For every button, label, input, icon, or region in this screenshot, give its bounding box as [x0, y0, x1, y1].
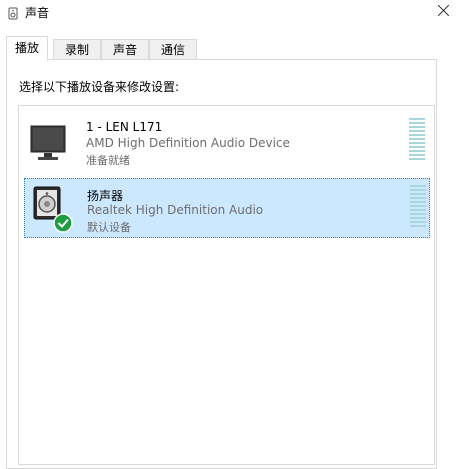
tab-sounds[interactable]: 声音 — [101, 39, 149, 60]
device-status: 默认设备 — [87, 221, 131, 234]
tab-playback[interactable]: 播放 — [6, 36, 48, 61]
device-description: Realtek High Definition Audio — [87, 203, 264, 217]
speaker-icon — [8, 7, 18, 20]
tab-communications[interactable]: 通信 — [149, 39, 197, 60]
volume-meter — [410, 185, 426, 231]
volume-meter — [409, 118, 425, 164]
device-name: 扬声器 — [87, 189, 124, 203]
window-title: 声音 — [25, 6, 50, 20]
title-bar: 声音 — [0, 0, 458, 28]
device-list: 1 - LEN L171 AMD High Definition Audio D… — [18, 105, 435, 465]
speaker-device-icon — [33, 186, 73, 233]
check-badge-icon — [53, 213, 73, 233]
device-item-monitor[interactable]: 1 - LEN L171 AMD High Definition Audio D… — [24, 112, 430, 172]
monitor-icon — [30, 125, 66, 160]
instruction-label: 选择以下播放设备来修改设置: — [19, 80, 180, 94]
close-icon[interactable] — [430, 0, 458, 24]
device-status: 准备就绪 — [86, 154, 130, 167]
device-name: 1 - LEN L171 — [86, 120, 163, 134]
device-description: AMD High Definition Audio Device — [86, 136, 290, 150]
tab-bar: 播放 录制 声音 通信 — [6, 36, 446, 61]
tab-recording[interactable]: 录制 — [53, 39, 101, 60]
device-item-speaker[interactable]: 扬声器 Realtek High Definition Audio 默认设备 — [24, 178, 430, 238]
